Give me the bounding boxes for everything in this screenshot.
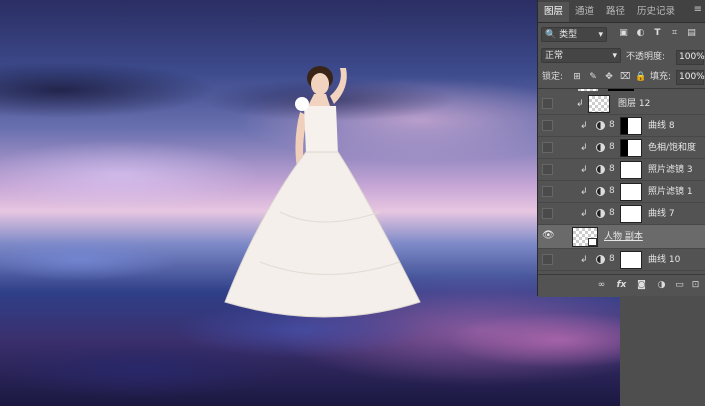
- add-mask-icon[interactable]: ◙: [636, 280, 647, 291]
- layer-row[interactable]: ↲ 8 曲线 7: [538, 203, 705, 225]
- layer-mask-thumbnail[interactable]: [620, 205, 642, 223]
- link-icon[interactable]: 8: [609, 254, 615, 264]
- link-icon[interactable]: 8: [609, 120, 615, 130]
- layer-mask-thumbnail[interactable]: [620, 251, 642, 269]
- new-adjustment-icon[interactable]: ◑: [656, 280, 667, 291]
- link-icon[interactable]: 8: [609, 142, 615, 152]
- visibility-toggle[interactable]: [542, 186, 553, 197]
- layer-row[interactable]: ↲ 8 照片滤镜 3: [538, 159, 705, 181]
- clip-arrow-icon: ↲: [580, 121, 588, 131]
- link-layers-icon[interactable]: ∞: [596, 280, 607, 291]
- clip-arrow-icon: ↲: [580, 209, 588, 219]
- new-group-icon[interactable]: ▭: [674, 280, 685, 291]
- visibility-toggle[interactable]: [542, 164, 553, 175]
- layer-name[interactable]: 图层 12: [618, 93, 650, 115]
- fill-label: 填充:: [650, 72, 672, 82]
- visibility-toggle[interactable]: [542, 120, 553, 131]
- chevron-down-icon: ▾: [598, 30, 603, 40]
- layer-row-selected[interactable]: 👁 人物 副本: [538, 225, 705, 249]
- filter-kind-label: 类型: [559, 30, 578, 40]
- fill-field[interactable]: 100%: [676, 70, 705, 85]
- clip-arrow-icon: ↲: [580, 255, 588, 265]
- lock-all-icon[interactable]: 🔒: [635, 72, 646, 82]
- layer-name[interactable]: 色相/饱和度: [648, 137, 696, 159]
- blend-mode-dropdown[interactable]: 正常 ▾: [541, 48, 621, 63]
- layer-list: ↲ 图层 12 ↲ 8 曲线 8 ↲ 8 色相/饱和度 ↲ 8 照片滤镜 3 ↲…: [538, 88, 705, 275]
- opacity-field[interactable]: 100%: [676, 50, 705, 65]
- layer-mask-thumbnail[interactable]: [620, 183, 642, 201]
- visibility-toggle[interactable]: [542, 142, 553, 153]
- tab-layers[interactable]: 图层: [538, 2, 570, 22]
- layer-name[interactable]: 照片滤镜 1: [648, 181, 693, 203]
- layers-panel-footer: ∞ fx ◙ ◑ ▭ ⊡: [538, 274, 705, 297]
- layer-mask-thumbnail[interactable]: [620, 117, 642, 135]
- tab-history[interactable]: 历史记录: [631, 2, 681, 22]
- link-icon[interactable]: 8: [609, 164, 615, 174]
- adjustment-icon: [596, 209, 605, 218]
- layer-row[interactable]: ↲ 8 色相/饱和度: [538, 137, 705, 159]
- layer-row[interactable]: ↲ 8 曲线 8: [538, 115, 705, 137]
- lock-brush-icon[interactable]: ✎: [588, 72, 598, 82]
- clip-arrow-icon: ↲: [580, 187, 588, 197]
- visibility-toggle[interactable]: [542, 208, 553, 219]
- lock-label: 锁定:: [542, 72, 564, 82]
- visibility-toggle[interactable]: [542, 254, 553, 265]
- layer-mask-thumbnail[interactable]: [620, 161, 642, 179]
- chevron-down-icon: ▾: [612, 51, 617, 61]
- eye-icon[interactable]: 👁: [542, 230, 555, 241]
- clip-arrow-icon: ↲: [576, 99, 584, 109]
- smartobject-filter-icon[interactable]: ▤: [686, 28, 697, 39]
- adjustment-filter-icon[interactable]: ◐: [635, 28, 646, 39]
- link-icon[interactable]: 8: [609, 208, 615, 218]
- adjustment-icon: [596, 165, 605, 174]
- clip-arrow-icon: ↲: [580, 165, 588, 175]
- layer-thumbnail: [588, 95, 610, 113]
- layer-thumbnail: [572, 227, 598, 247]
- tab-channels[interactable]: 通道: [569, 2, 600, 22]
- panel-dock-background: [620, 296, 705, 406]
- layer-name[interactable]: 曲线 7: [648, 203, 675, 225]
- tab-paths[interactable]: 路径: [600, 2, 631, 22]
- filter-kind-dropdown[interactable]: 🔍 类型 ▾: [541, 27, 607, 42]
- adjustment-icon: [596, 121, 605, 130]
- lock-artboard-icon[interactable]: ⌧: [620, 72, 630, 82]
- layer-row[interactable]: ↲ 8 照片滤镜 1: [538, 181, 705, 203]
- clip-arrow-icon: ↲: [580, 143, 588, 153]
- adjustment-icon: [596, 143, 605, 152]
- filter-row: 🔍 类型 ▾ ▣ ◐ T ⌗ ▤: [538, 24, 705, 46]
- lock-transparent-icon[interactable]: ⊞: [572, 72, 582, 82]
- layer-row[interactable]: ↲ 8 曲线 10: [538, 249, 705, 271]
- adjustment-icon: [596, 255, 605, 264]
- opacity-label: 不透明度:: [626, 52, 666, 62]
- search-icon: 🔍: [545, 30, 557, 40]
- menu-icon[interactable]: ≡: [694, 4, 702, 15]
- type-filter-icon[interactable]: T: [652, 28, 663, 39]
- layer-name[interactable]: 曲线 10: [648, 249, 680, 271]
- smart-object-icon: [588, 238, 597, 246]
- image-filter-icon[interactable]: ▣: [618, 28, 629, 39]
- layer-name[interactable]: 人物 副本: [604, 225, 643, 249]
- panel-tab-bar: 图层 通道 路径 历史记录 ≡: [538, 0, 705, 23]
- layer-name[interactable]: 曲线 8: [648, 115, 675, 137]
- layer-row[interactable]: ↲ 图层 12: [538, 93, 705, 115]
- fx-icon[interactable]: fx: [616, 280, 627, 291]
- layers-panel: 图层 通道 路径 历史记录 ≡ 🔍 类型 ▾ ▣ ◐ T ⌗ ▤ 正常 ▾ 不透…: [537, 0, 705, 297]
- adjustment-icon: [596, 187, 605, 196]
- link-icon[interactable]: 8: [609, 186, 615, 196]
- layer-name[interactable]: 照片滤镜 3: [648, 159, 693, 181]
- layer-mask-thumbnail[interactable]: [620, 139, 642, 157]
- shape-filter-icon[interactable]: ⌗: [669, 28, 680, 39]
- bride-figure: [224, 66, 421, 318]
- new-layer-icon[interactable]: ⊡: [690, 280, 701, 291]
- blend-mode-value: 正常: [545, 51, 564, 61]
- visibility-toggle[interactable]: [542, 98, 553, 109]
- lock-move-icon[interactable]: ✥: [604, 72, 614, 82]
